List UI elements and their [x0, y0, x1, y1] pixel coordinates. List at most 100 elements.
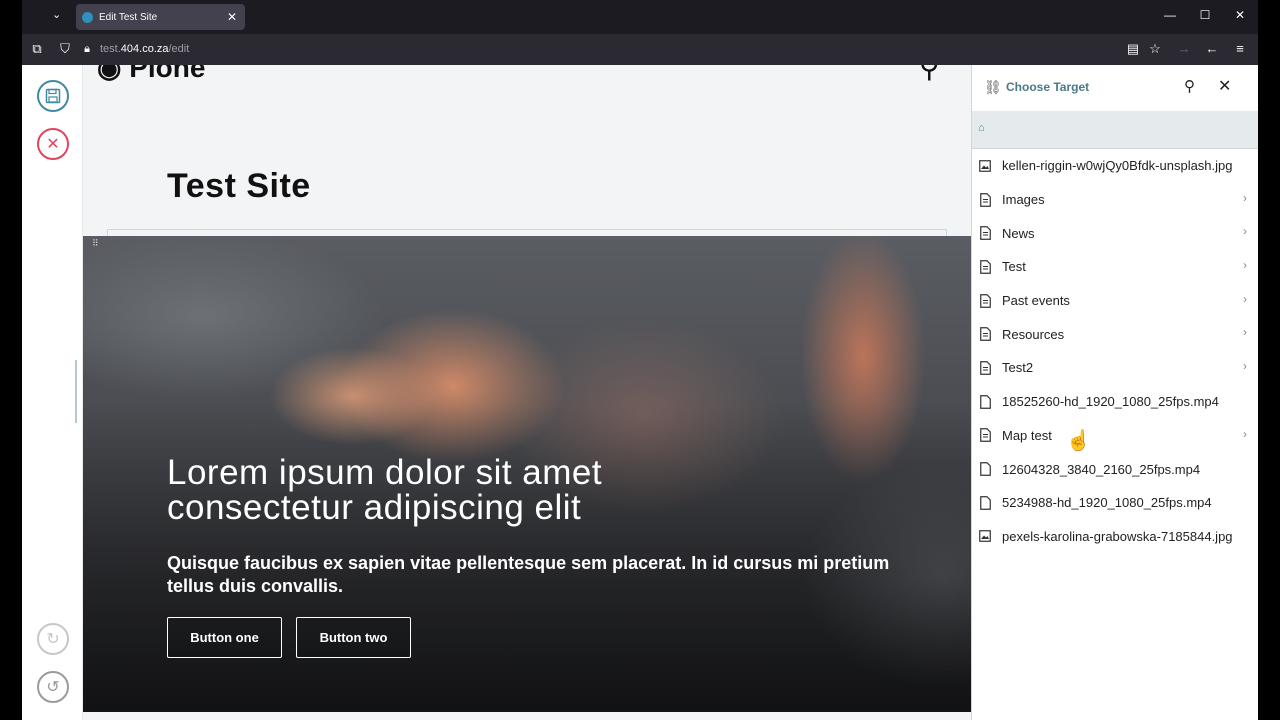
- maximize-icon[interactable]: ☐: [1195, 8, 1215, 22]
- url-bar[interactable]: test.404.co.za/edit: [100, 43, 189, 55]
- page-icon: [978, 225, 992, 241]
- site-favicon-icon: [82, 11, 93, 23]
- target-list: kellen-riggin-w0wjQy0Bfdk-unsplash.jpg Im…: [972, 149, 1258, 553]
- list-item[interactable]: Test2 ›: [972, 351, 1258, 385]
- list-item[interactable]: Resources ›: [972, 317, 1258, 351]
- list-item-label: 5234988-hd_1920_1080_25fps.mp4: [1002, 495, 1212, 511]
- list-item[interactable]: Map test ›: [972, 419, 1258, 453]
- redo-icon: ↻: [46, 631, 60, 648]
- chevron-right-icon[interactable]: ›: [1243, 258, 1247, 272]
- list-item-label: 18525260-hd_1920_1080_25fps.mp4: [1002, 394, 1219, 410]
- chevron-right-icon[interactable]: ›: [1243, 427, 1247, 441]
- list-item-label: kellen-riggin-w0wjQy0Bfdk-unsplash.jpg: [1002, 158, 1233, 174]
- page-icon: [978, 259, 992, 275]
- drag-handle-icon[interactable]: ⠿: [92, 238, 99, 249]
- list-item[interactable]: kellen-riggin-w0wjQy0Bfdk-unsplash.jpg: [972, 149, 1258, 183]
- list-item-label: Images: [1002, 192, 1045, 208]
- list-item-label: News: [1002, 225, 1035, 241]
- chevron-right-icon[interactable]: ›: [1243, 191, 1247, 205]
- sidebar-title: Choose Target: [1006, 80, 1090, 94]
- undo-icon: ↺: [46, 679, 60, 696]
- site-logo[interactable]: ◉ Plone: [97, 65, 205, 84]
- close-window-icon[interactable]: ✕: [1230, 8, 1250, 22]
- extensions-icon[interactable]: ⧉: [28, 41, 46, 57]
- bookmark-star-icon[interactable]: ☆: [1146, 41, 1164, 57]
- hero-button-one[interactable]: Button one: [167, 617, 282, 658]
- browser-tab-bar: ⌄ Edit Test Site ✕ — ☐ ✕: [22, 0, 1258, 34]
- hero-button-two[interactable]: Button two: [296, 617, 411, 658]
- file-icon: [978, 495, 992, 511]
- menu-icon[interactable]: ≡: [1231, 41, 1249, 57]
- save-button[interactable]: [37, 80, 69, 112]
- reader-mode-icon[interactable]: ▤: [1124, 41, 1142, 57]
- list-item[interactable]: Images ›: [972, 183, 1258, 217]
- chevron-right-icon[interactable]: ›: [1243, 359, 1247, 373]
- list-item[interactable]: 5234988-hd_1920_1080_25fps.mp4: [972, 486, 1258, 520]
- browser-nav-bar: ⧉ ⛉ 🔒︎ test.404.co.za/edit ▤ ☆ → ← ≡: [22, 34, 1258, 65]
- chevron-right-icon[interactable]: ›: [1243, 325, 1247, 339]
- hero-title[interactable]: Lorem ipsum dolor sit amet consectetur a…: [167, 455, 887, 525]
- logo-text: Plone: [129, 65, 206, 83]
- toolbar-scroll-indicator: [75, 360, 77, 423]
- undo-button[interactable]: ↺: [37, 671, 69, 703]
- window-right-frame: [1258, 0, 1280, 720]
- image-icon: [978, 158, 992, 174]
- file-icon: [978, 461, 992, 477]
- list-item-label: Test2: [1002, 360, 1034, 376]
- cancel-icon: ✕: [46, 136, 60, 153]
- list-item[interactable]: Past events ›: [972, 284, 1258, 318]
- page-icon: [978, 293, 992, 309]
- list-item-label: Past events: [1002, 293, 1070, 309]
- editor-content: ◉ Plone ⚲ Test Site ⠿ Lorem ipsum dolor …: [83, 65, 971, 720]
- sidebar-header: ⛓ Choose Target ⚲ ✕: [972, 65, 1258, 109]
- cancel-button[interactable]: ✕: [37, 128, 69, 160]
- hero-block[interactable]: ⠿ Lorem ipsum dolor sit amet consectetur…: [83, 236, 971, 712]
- hero-title-line2: consectetur adipiscing elit: [167, 488, 582, 527]
- list-item[interactable]: News ›: [972, 216, 1258, 250]
- redo-button[interactable]: ↻: [37, 623, 69, 655]
- list-item[interactable]: Test ›: [972, 250, 1258, 284]
- chevron-right-icon[interactable]: ›: [1243, 292, 1247, 306]
- browser-tab[interactable]: Edit Test Site ✕: [76, 4, 245, 30]
- logo-circle-icon: ◉: [97, 65, 122, 83]
- list-item[interactable]: 12604328_3840_2160_25fps.mp4: [972, 452, 1258, 486]
- link-icon: ⛓: [984, 79, 1002, 95]
- image-icon: [978, 528, 992, 544]
- home-icon[interactable]: ⌂: [978, 122, 985, 134]
- page-icon: [978, 326, 992, 342]
- window-left-frame: [0, 0, 22, 720]
- file-icon: [978, 394, 992, 410]
- back-icon[interactable]: ←: [1203, 41, 1221, 57]
- tab-list-icon[interactable]: ⌄: [52, 8, 61, 21]
- lock-icon[interactable]: 🔒︎: [78, 41, 96, 57]
- site-search-icon[interactable]: ⚲: [919, 65, 940, 84]
- list-item[interactable]: 18525260-hd_1920_1080_25fps.mp4: [972, 385, 1258, 419]
- page-viewport: ✕ ↻ ↺ ◉ Plone ⚲ Test Site ⠿ Lorem ipsum …: [22, 65, 1258, 720]
- list-item-label: Resources: [1002, 326, 1065, 342]
- shield-icon[interactable]: ⛉: [56, 41, 74, 57]
- list-item[interactable]: pexels-karolina-grabowska-7185844.jpg: [972, 520, 1258, 554]
- sidebar-search-icon[interactable]: ⚲: [1184, 77, 1195, 95]
- page-title[interactable]: Test Site: [167, 167, 311, 206]
- close-tab-icon[interactable]: ✕: [225, 10, 239, 24]
- breadcrumb: ⌂: [972, 111, 1258, 149]
- mouse-pointer-icon: ☝: [1066, 430, 1091, 452]
- save-icon: [45, 88, 61, 104]
- minimize-icon[interactable]: —: [1160, 8, 1180, 22]
- list-item-label: 12604328_3840_2160_25fps.mp4: [1002, 461, 1201, 477]
- page-icon: [978, 360, 992, 376]
- hero-title-line1: Lorem ipsum dolor sit amet: [167, 453, 603, 492]
- url-prefix: test.: [100, 43, 121, 55]
- list-item-label: Test: [1002, 259, 1026, 275]
- hero-subtitle[interactable]: Quisque faucibus ex sapien vitae pellent…: [167, 552, 907, 598]
- forward-icon[interactable]: →: [1175, 41, 1193, 57]
- tab-title: Edit Test Site: [99, 11, 158, 23]
- edit-toolbar: ✕ ↻ ↺: [22, 65, 83, 720]
- page-icon: [978, 427, 992, 443]
- url-path: /edit: [168, 43, 190, 55]
- choose-target-sidebar: ⛓ Choose Target ⚲ ✕ ⌂ kellen-riggin-w0wj…: [971, 65, 1258, 720]
- chevron-right-icon[interactable]: ›: [1243, 224, 1247, 238]
- url-host: 404.co.za: [120, 43, 169, 55]
- page-icon: [978, 192, 992, 208]
- sidebar-close-icon[interactable]: ✕: [1218, 76, 1231, 96]
